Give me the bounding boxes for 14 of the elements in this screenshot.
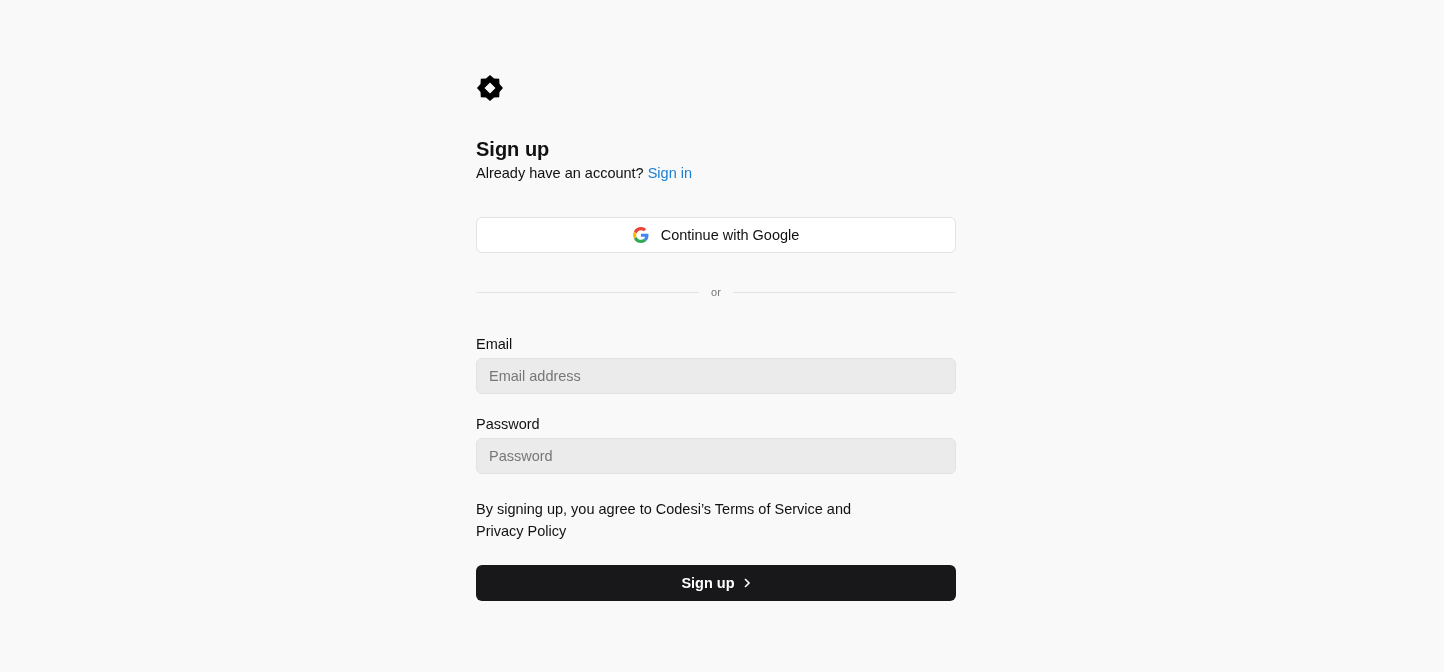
sign-in-link[interactable]: Sign in — [647, 162, 692, 184]
input-field[interactable]: Email address — [476, 358, 956, 394]
divider-label: or — [711, 286, 721, 298]
sign-up-button[interactable]: Sign up — [476, 565, 956, 601]
account-prompt: Already have an account? — [476, 164, 644, 183]
input-field[interactable]: Password — [476, 438, 956, 474]
google-button[interactable]: Continue with Google — [476, 217, 956, 253]
chevron-right-icon — [742, 577, 751, 589]
page-title: Sign up — [476, 137, 551, 162]
logo-icon — [476, 74, 504, 102]
terms-text: By signing up, you agree to Codesi’s Terms of Service and Privacy Policy — [476, 500, 853, 541]
field-label: Password — [476, 415, 541, 434]
google-icon — [632, 227, 649, 243]
field-label: Email — [476, 335, 514, 354]
